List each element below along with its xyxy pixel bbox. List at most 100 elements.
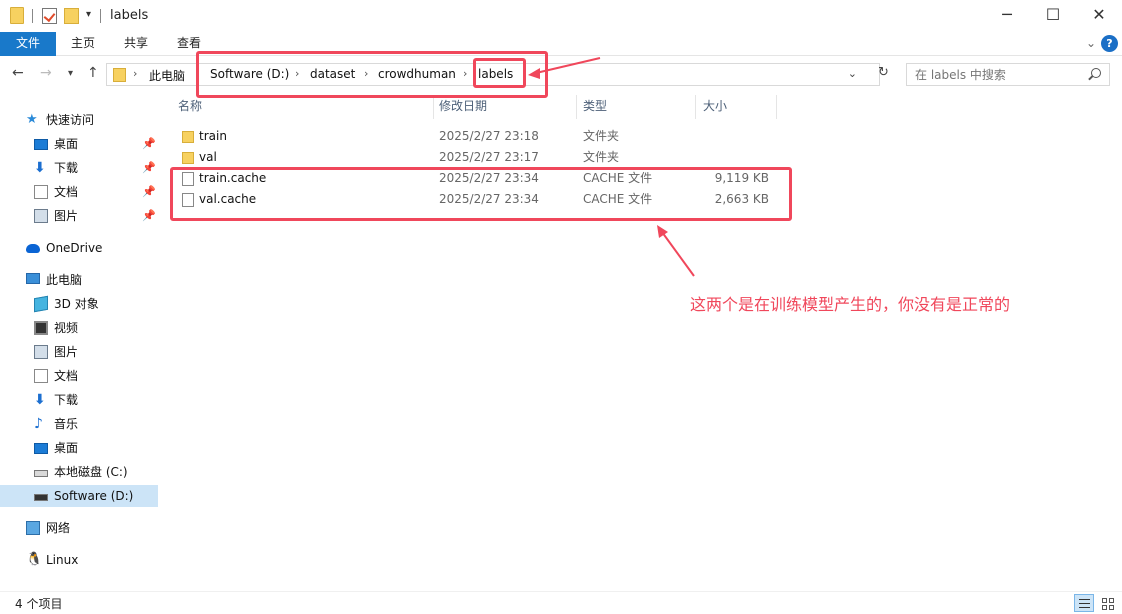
file-type: 文件夹 [583,150,620,164]
column-divider[interactable] [433,95,434,119]
new-folder-icon[interactable] [64,8,79,24]
window-title: labels [110,8,149,23]
file-name: val [199,150,217,164]
file-row[interactable]: train 2025/2/27 23:18 文件夹 [170,126,780,147]
pictures-icon [34,345,48,359]
search-icon[interactable] [1091,68,1101,78]
file-row[interactable]: val 2025/2/27 23:17 文件夹 [170,147,780,168]
download-icon: ⬇ [34,160,46,176]
toolbar-divider [100,9,101,23]
forward-arrow-icon[interactable]: → [40,65,52,81]
network-icon [26,521,40,535]
sidebar-item-label: 快速访问 [46,113,95,127]
folder-icon [113,68,126,82]
sidebar-item-drive-c[interactable]: 本地磁盘 (C:) [0,461,158,483]
sidebar-item-label: 视频 [54,321,79,335]
sidebar-item-label: OneDrive [46,241,103,255]
video-icon [34,321,48,335]
pin-icon[interactable]: 📌 [142,157,156,179]
sidebar-item-pc-pictures[interactable]: 图片 [0,341,158,363]
sidebar-item-linux[interactable]: 🐧 Linux [0,549,158,571]
back-arrow-icon[interactable]: ← [12,65,24,81]
sidebar-item-pc-documents[interactable]: 文档 [0,365,158,387]
sidebar-item-label: 本地磁盘 (C:) [54,465,128,479]
sidebar-item-label: Linux [46,553,79,567]
penguin-icon: 🐧 [26,552,43,567]
file-date: 2025/2/27 23:18 [439,129,539,143]
sidebar-item-pc-downloads[interactable]: ⬇ 下载 [0,389,158,411]
expand-ribbon-chevron-icon[interactable]: ⌄ [1086,36,1096,50]
desktop-icon [34,139,48,150]
sidebar-item-label: 文档 [54,185,79,199]
sidebar-item-videos[interactable]: 视频 [0,317,158,339]
desktop-icon [34,443,48,454]
sidebar-item-label: 文档 [54,369,79,383]
sidebar-item-this-pc[interactable]: 此电脑 [0,269,158,291]
star-icon: ★ [26,112,38,127]
refresh-icon[interactable]: ↻ [878,65,889,80]
address-history-chevron-icon[interactable]: ⌄ [848,67,857,80]
search-input[interactable] [915,67,1085,83]
sidebar-item-label: 图片 [54,209,79,223]
sidebar-item-desktop[interactable]: 桌面 📌 [0,133,158,155]
pin-icon[interactable]: 📌 [142,181,156,203]
sidebar-item-network[interactable]: 网络 [0,517,158,539]
details-view-icon[interactable] [1074,594,1094,612]
file-name: train [199,129,227,143]
customize-toolbar-chevron-icon[interactable]: ▾ [86,9,91,20]
chevron-right-icon[interactable]: › [133,67,137,80]
pin-icon[interactable]: 📌 [142,133,156,155]
column-divider[interactable] [776,95,777,119]
download-icon: ⬇ [34,392,46,408]
maximize-button[interactable]: ☐ [1030,0,1076,32]
status-bar: 4 个项目 [0,591,1122,614]
sidebar-item-music[interactable]: ♪ 音乐 [0,413,158,435]
tab-file[interactable]: 文件 [0,32,56,56]
tab-home[interactable]: 主页 [71,32,95,56]
list-line [1079,599,1090,600]
recent-locations-chevron-icon[interactable]: ▾ [68,68,73,79]
sidebar-item-label: 图片 [54,345,79,359]
properties-icon[interactable] [42,8,57,24]
sidebar-item-label: 3D 对象 [54,297,99,311]
grid-cell [1102,598,1107,603]
column-header-size[interactable]: 大小 [703,97,727,119]
folder-icon [182,131,194,143]
column-header-type[interactable]: 类型 [583,97,607,119]
sidebar-item-3d-objects[interactable]: 3D 对象 [0,293,158,315]
sidebar-item-downloads[interactable]: ⬇ 下载 📌 [0,157,158,179]
folder-icon [182,152,194,164]
column-divider[interactable] [695,95,696,119]
cube-icon [34,295,48,313]
large-icons-view-icon[interactable] [1098,594,1118,612]
sidebar-item-pictures[interactable]: 图片 📌 [0,205,158,227]
annotation-arrowhead [657,225,668,238]
annotation-cache-files-highlight [170,167,792,221]
help-icon[interactable]: ? [1101,35,1118,52]
breadcrumb-this-pc[interactable]: 此电脑 [149,67,185,84]
cloud-icon [26,244,40,253]
document-icon [34,369,48,383]
sidebar-item-label: 音乐 [54,417,79,431]
sidebar-item-documents[interactable]: 文档 📌 [0,181,158,203]
pin-icon[interactable]: 📌 [142,205,156,227]
grid-cell [1109,598,1114,603]
column-header-name[interactable]: 名称 [178,97,202,119]
minimize-button[interactable]: ─ [984,0,1030,32]
sidebar-item-onedrive[interactable]: OneDrive [0,237,158,259]
sidebar-item-label: 桌面 [54,137,79,151]
annotation-arrow-line [661,231,695,277]
sidebar-item-drive-d[interactable]: Software (D:) [0,485,158,507]
sidebar-item-pc-desktop[interactable]: 桌面 [0,437,158,459]
drive-icon [34,494,48,501]
tab-share[interactable]: 共享 [124,32,148,56]
close-button[interactable]: ✕ [1076,0,1122,32]
file-date: 2025/2/27 23:17 [439,150,539,164]
sidebar-item-label: 桌面 [54,441,79,455]
search-box[interactable] [906,63,1110,86]
up-arrow-icon[interactable]: ↑ [87,65,99,81]
column-header-date[interactable]: 修改日期 [439,97,487,119]
item-count: 4 个项目 [15,597,63,611]
column-divider[interactable] [576,95,577,119]
sidebar-item-quick-access[interactable]: ★ 快速访问 [0,109,158,131]
